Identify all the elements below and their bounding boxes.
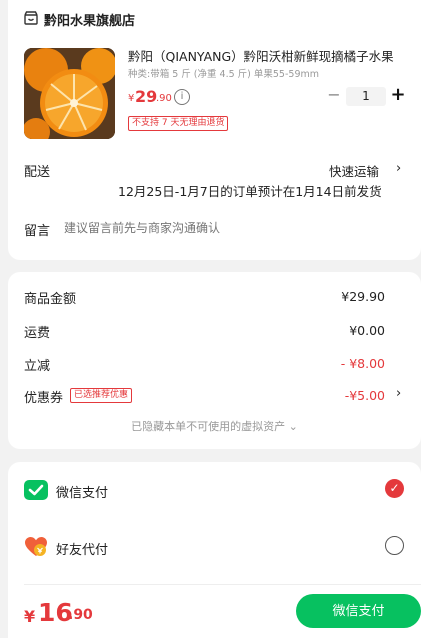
hidden-assets-toggle[interactable]: 已隐藏本单不可使用的虚拟资产 ⌄ <box>8 418 421 434</box>
note-input[interactable] <box>64 221 374 235</box>
price-summary-card: 商品金额 ¥29.90 运费 ¥0.00 立减 - ¥8.00 优惠券 已选推荐… <box>8 272 421 449</box>
total-decimal: .90 <box>68 607 93 623</box>
price-currency: ¥ <box>128 93 135 104</box>
shipping-eta: 12月25日-1月7日的订单预计在1月14日前发货 <box>118 184 382 199</box>
goods-amount-label: 商品金额 <box>24 292 77 307</box>
total-currency: ¥ <box>24 607 36 626</box>
orange-image <box>24 48 115 139</box>
quantity-input[interactable]: 1 <box>346 87 386 106</box>
friend-pay-icon <box>25 537 47 556</box>
store-name[interactable]: 黔阳水果旗舰店 <box>44 10 135 29</box>
shipping-method[interactable]: 快速运输 <box>329 161 379 180</box>
wechat-pay-label[interactable]: 微信支付 <box>56 482 108 501</box>
coupon-value[interactable]: -¥5.00 <box>345 388 385 403</box>
pay-button[interactable]: 微信支付 <box>296 594 421 628</box>
price-decimal: .90 <box>156 93 172 104</box>
no-return-tag: 不支持 7 天无理由退货 <box>128 116 229 131</box>
product-title[interactable]: 黔阳（QIANYANG）黔阳沃柑新鲜现摘橘子水果 <box>128 46 408 65</box>
price-integer: 29 <box>135 87 158 106</box>
discount-label: 立减 <box>24 359 51 374</box>
chevron-right-icon[interactable]: › <box>396 386 401 401</box>
freight-label: 运费 <box>24 326 51 341</box>
freight-value: ¥0.00 <box>349 323 385 338</box>
coupon-badge: 已选推荐优惠 <box>70 388 133 403</box>
coupon-label: 优惠券 <box>24 391 64 406</box>
info-icon[interactable]: i <box>174 89 190 105</box>
chevron-right-icon[interactable]: › <box>396 161 401 176</box>
wechat-pay-icon <box>24 480 48 500</box>
wechat-pay-radio-checked[interactable]: ✓ <box>385 479 404 498</box>
payment-card: 微信支付 ✓ 好友代付 ¥ 16 .90 微信支付 <box>8 462 421 638</box>
discount-value: - ¥8.00 <box>340 356 385 371</box>
friend-pay-radio[interactable] <box>385 536 404 555</box>
goods-amount-value: ¥29.90 <box>341 289 385 304</box>
note-label: 留言 <box>24 224 51 239</box>
quantity-plus-button[interactable]: + <box>390 86 406 104</box>
shipping-label: 配送 <box>24 165 51 180</box>
friend-pay-label[interactable]: 好友代付 <box>56 539 108 558</box>
product-spec[interactable]: 种类:带箱 5 斤 (净重 4.5 斤) 单果55-59mm <box>128 66 319 80</box>
order-item-card: 黔阳水果旗舰店 黔阳（QIANYANG）黔阳沃柑新鲜现摘橘子水果 种类:带箱 5… <box>8 0 421 260</box>
store-icon <box>24 11 38 25</box>
product-image[interactable] <box>24 48 115 139</box>
divider <box>24 584 421 585</box>
quantity-minus-button[interactable]: − <box>326 87 342 104</box>
